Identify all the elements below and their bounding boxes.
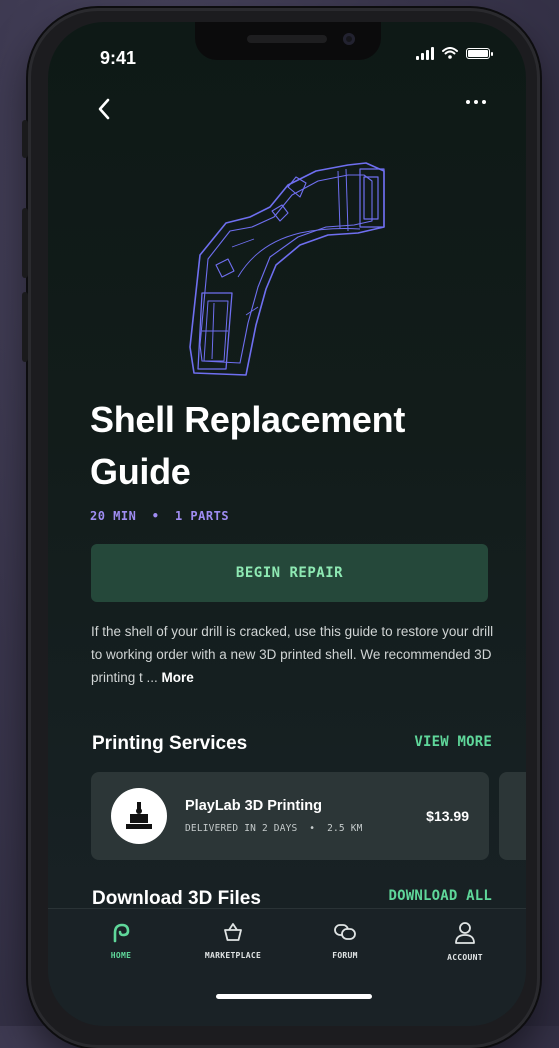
title-line-1: Shell Replacement [90, 399, 406, 440]
tab-home-label: HOME [110, 951, 132, 960]
printing-services-title: Printing Services [92, 733, 248, 754]
view-more-link[interactable]: VIEW MORE [414, 734, 492, 750]
status-icons [416, 46, 493, 60]
chat-icon [334, 924, 356, 940]
signal-icon [416, 46, 434, 60]
notch [195, 22, 381, 60]
guide-meta: 20 MIN • 1 PARTS [90, 509, 230, 523]
tab-account-label: ACCOUNT [447, 953, 483, 962]
mute-switch [22, 120, 28, 158]
tab-home[interactable]: HOME [76, 921, 166, 960]
printing-service-card[interactable]: PlayLab 3D Printing DELIVERED IN 2 DAYS … [91, 772, 489, 860]
tab-marketplace[interactable]: MARKETPLACE [188, 921, 278, 960]
volume-down-button [22, 292, 28, 362]
home-icon [113, 923, 130, 943]
drill-shell-blueprint [189, 162, 385, 376]
wifi-icon [442, 47, 458, 59]
more-options-icon[interactable] [466, 100, 486, 104]
begin-repair-button[interactable]: BEGIN REPAIR [91, 544, 488, 602]
status-time: 9:41 [100, 48, 137, 68]
service-logo [111, 788, 167, 844]
tab-marketplace-label: MARKETPLACE [204, 951, 262, 960]
home-indicator[interactable] [216, 994, 372, 999]
guide-description: If the shell of your drill is cracked, u… [91, 620, 496, 689]
volume-up-button [22, 208, 28, 278]
back-icon[interactable] [90, 94, 120, 124]
bottom-tab-bar: HOME MARKETPLACE FORUM ACCOUNT [48, 908, 526, 1026]
service-price: $13.99 [426, 808, 469, 824]
download-all-link[interactable]: DOWNLOAD ALL [388, 888, 492, 904]
battery-icon [466, 47, 493, 59]
page-title: Shell Replacement Guide [90, 394, 490, 498]
read-more-link[interactable]: More [162, 670, 194, 685]
printer-icon [126, 802, 152, 829]
tab-forum[interactable]: FORUM [300, 921, 390, 960]
title-line-2: Guide [90, 451, 191, 492]
description-text: If the shell of your drill is cracked, u… [91, 624, 494, 685]
front-camera [343, 33, 355, 45]
tab-forum-label: FORUM [332, 951, 358, 960]
service-details: DELIVERED IN 2 DAYS • 2.5 KM [185, 823, 363, 834]
download-files-title: Download 3D Files [92, 888, 261, 909]
basket-icon [224, 923, 242, 941]
service-name: PlayLab 3D Printing [185, 798, 322, 814]
user-icon [455, 922, 475, 944]
app-screen: 9:41 Shell Replacement Guide 20 MIN • 1 … [48, 22, 526, 1026]
speaker [247, 35, 327, 43]
tab-account[interactable]: ACCOUNT [420, 921, 510, 962]
next-service-card-peek[interactable] [499, 772, 526, 860]
